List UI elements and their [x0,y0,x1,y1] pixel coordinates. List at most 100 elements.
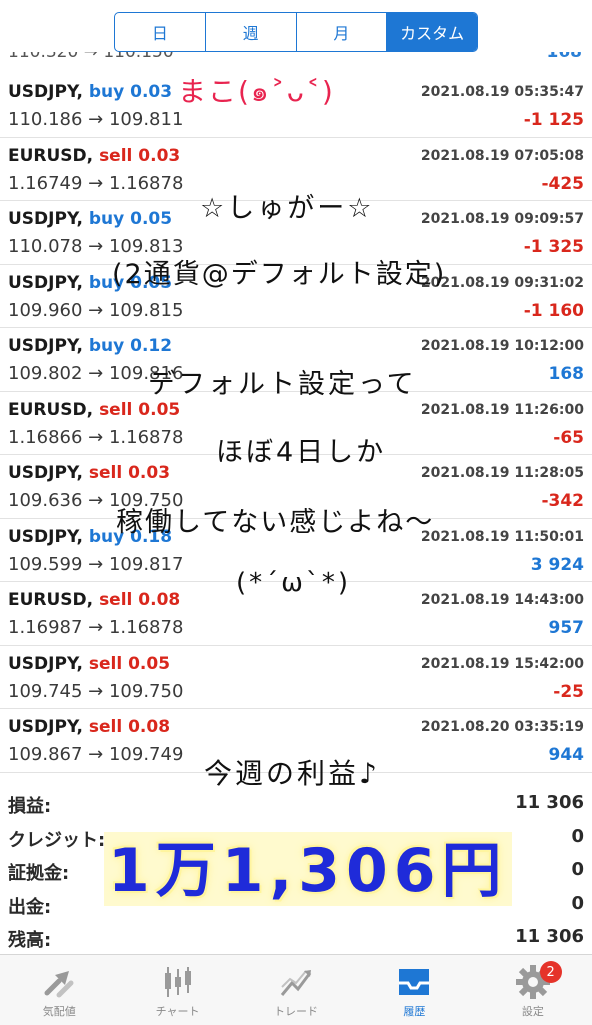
tab-settings[interactable]: 2 設定 [474,955,592,1025]
deal-symbol: USDJPY, sell 0.08 [8,717,171,737]
deal-prices: 109.867 → 109.749 [8,744,184,765]
handwritten-note: 稼働してない感じよね〜 [116,507,435,538]
deal-profit: -1 325 [523,237,584,257]
deal-prices: 1.16866 → 1.16878 [8,426,184,448]
deal-symbol: USDJPY, sell 0.05 [8,653,171,674]
deal-symbol-name: USDJPY [8,653,77,674]
deal-lot: 0.12 [130,336,173,356]
deal-time: 2021.08.19 10:12:00 [420,338,584,354]
deal-side-label: sell [99,145,133,166]
deal-row[interactable]: USDJPY, sell 0.05 2021.08.19 15:42:00 109.… [0,646,592,709]
handwritten-title: ☆しゅがー☆ [200,193,375,224]
deal-side-label: buy [88,336,125,356]
deal-side: sell 0.03 [89,463,170,483]
deal-time: 2021.08.19 11:28:05 [420,465,584,481]
deal-lot: 0.05 [128,653,171,674]
deal-symbol: EURUSD, sell 0.03 [8,145,181,166]
tab-chart[interactable]: チャート [118,955,236,1025]
tab-label: 設定 [521,1005,544,1018]
tab-label: 気配値 [42,1005,76,1018]
deal-lot: 0.08 [138,590,181,610]
deal-symbol-name: USDJPY [8,209,77,229]
handwritten-weekly-profit-label: 今週の利益♪ [204,757,380,790]
deal-time: 2021.08.19 15:42:00 [420,655,584,672]
trade-icon [276,963,316,1001]
deal-profit: 944 [548,745,585,765]
deal-symbol: EURUSD, sell 0.05 [8,399,181,420]
handwritten-emoticon: (*ˊωˋ*) [236,568,352,598]
deal-side-label: sell [88,463,123,483]
tab-quotes[interactable]: 気配値 [0,955,118,1025]
deal-list: USDJPY, buy 0.03 2021.08.19 05:35:47 110.1… [0,74,592,773]
deal-time: 2021.08.20 03:35:19 [420,719,584,735]
deal-profit: 3 924 [530,554,584,575]
deal-profit: 168 [548,364,585,384]
deal-profit: -1 160 [523,300,584,321]
deal-symbol: EURUSD, sell 0.08 [8,590,181,610]
deal-side: sell 0.05 [89,654,170,674]
handwritten-note: (2通貨@デフォルト設定) [112,259,447,290]
deal-side-label: sell [99,590,133,610]
deal-symbol-name: USDJPY [8,526,77,547]
deal-side-label: sell [99,399,133,420]
deal-side: buy 0.12 [89,336,172,356]
partial-deal-row[interactable]: 110.320 → 110.150 168 [0,52,592,72]
deal-time: 2021.08.19 14:43:00 [420,592,584,608]
deal-prices: 109.960 → 109.815 [8,299,184,321]
deal-symbol-name: EURUSD [8,145,87,166]
deal-time: 2021.08.19 05:35:47 [420,84,584,100]
deal-side-label: buy [88,82,125,102]
segment-month[interactable]: 月 [297,13,388,51]
handwritten-note: ほぼ4日しか [216,437,387,468]
deal-prices: 110.186 → 109.811 [8,109,184,130]
handwritten-weekly-profit-amount: 1万1,306円 [108,836,508,906]
deal-profit: 957 [548,618,585,638]
deal-lot: 0.05 [138,399,181,420]
deal-side: sell 0.08 [99,590,180,610]
deal-symbol: USDJPY, buy 0.12 [8,336,173,356]
summary-row-balance: 残高: 11 306 [0,922,592,956]
tab-label: チャート [155,1005,200,1018]
deal-lot: 0.08 [128,717,171,737]
summary-row-profit: 損益: 11 306 [0,788,592,822]
deal-prices: 109.599 → 109.817 [8,553,184,575]
deal-profit: -425 [541,173,584,194]
summary-label: 証拠金: [8,863,70,884]
handwritten-note: デフォルト設定って [148,369,417,400]
segment-custom[interactable]: カスタム [387,13,477,51]
deal-side: sell 0.08 [89,717,170,737]
summary-label: 残高: [8,930,52,951]
summary-value: 0 [571,892,584,914]
history-inbox-icon [394,963,434,1001]
summary-label: 損益: [8,796,52,817]
deal-profit: -342 [541,491,584,511]
deal-side-label: buy [88,209,125,229]
deal-time: 2021.08.19 07:05:08 [420,147,584,164]
chart-candles-icon [158,963,198,1001]
deal-symbol-name: USDJPY [8,717,77,737]
deal-side: buy 0.05 [89,209,172,229]
summary-label: 出金: [8,896,52,918]
deal-prices: 109.745 → 109.750 [8,680,184,702]
deal-side: buy 0.03 [89,82,172,102]
notification-badge: 2 [539,961,562,983]
deal-side: sell 0.05 [99,400,180,420]
summary-value: 11 306 [515,792,584,813]
deal-prices: 1.16749 → 1.16878 [8,172,184,194]
summary-value: 0 [571,825,584,847]
deal-side: sell 0.03 [99,146,180,166]
deal-lot: 0.03 [130,82,173,102]
deal-symbol-name: USDJPY [8,336,77,356]
tab-history[interactable]: 履歴 [355,955,473,1025]
segment-week[interactable]: 週 [206,13,297,51]
deal-profit: -65 [553,427,584,448]
deal-side-label: sell [88,717,123,737]
partial-deal-profit: 168 [546,52,583,62]
deal-lot: 0.03 [138,145,181,166]
handwritten-name: まこ(๑˃ᴗ˂) [178,75,335,108]
segment-day[interactable]: 日 [115,13,206,51]
tab-trade[interactable]: トレード [237,955,355,1025]
deal-symbol-name: USDJPY [8,463,77,483]
deal-time: 2021.08.19 11:26:00 [420,401,584,418]
tab-label: 履歴 [403,1005,426,1018]
